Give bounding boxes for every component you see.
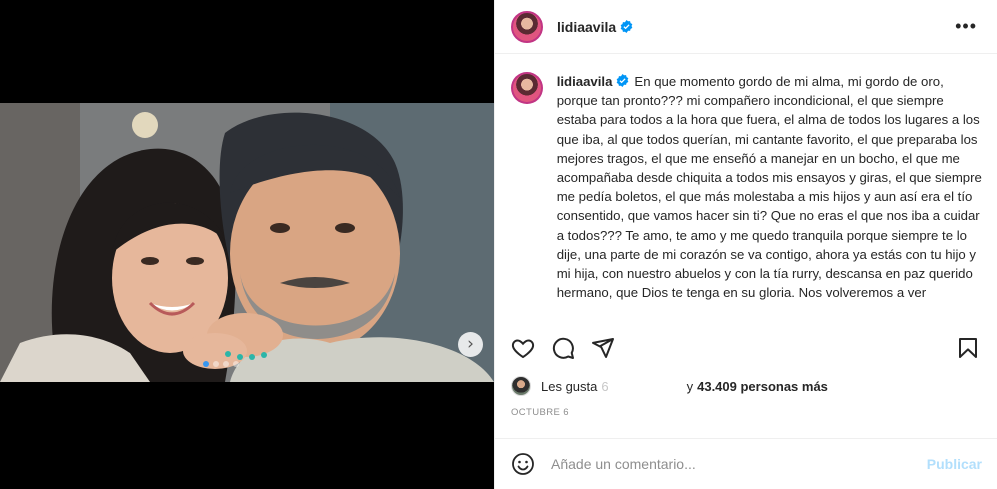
likes-count[interactable]: 43.409 personas más	[697, 379, 828, 394]
post-side-panel: lidiaavila ••• lidiaavila En que momento …	[494, 0, 997, 489]
carousel-dot	[233, 361, 239, 367]
comment-composer: Publicar	[495, 438, 997, 489]
liker-avatar[interactable]	[511, 376, 531, 396]
caption-row: lidiaavila En que momento gordo de mi alm…	[511, 72, 982, 302]
caption-avatar[interactable]	[511, 72, 543, 104]
caption-text: lidiaavila En que momento gordo de mi alm…	[557, 72, 982, 302]
carousel-dot	[213, 361, 219, 367]
carousel-dot	[203, 361, 209, 367]
action-bar	[495, 328, 997, 368]
bookmark-icon[interactable]	[956, 336, 980, 360]
heart-icon[interactable]	[511, 336, 535, 360]
comment-input[interactable]	[551, 456, 917, 472]
author-username[interactable]: lidiaavila	[557, 19, 616, 35]
carousel-dot	[223, 361, 229, 367]
chevron-right-icon: ›	[467, 334, 474, 354]
photo-illustration	[0, 103, 494, 382]
likes-joiner: y	[686, 378, 694, 394]
verified-badge-icon	[620, 20, 633, 33]
likes-summary: Les gusta 6 y 43.409 personas más	[511, 376, 828, 396]
more-options-icon[interactable]: •••	[955, 17, 977, 35]
author-avatar[interactable]	[511, 10, 543, 43]
post-photo[interactable]: ›	[0, 103, 494, 382]
carousel-indicators	[203, 361, 239, 367]
comment-icon[interactable]	[551, 336, 575, 360]
post-media: ›	[0, 0, 494, 489]
post-date[interactable]: OCTUBRE 6	[511, 407, 569, 418]
share-icon[interactable]	[591, 336, 615, 360]
caption-body: En que momento gordo de mi alma, mi gord…	[556, 74, 982, 301]
verified-badge-icon	[616, 74, 629, 87]
emoji-icon[interactable]	[511, 452, 535, 476]
post-header: lidiaavila •••	[495, 0, 997, 54]
liker-username[interactable]: 6	[601, 379, 608, 394]
caption-area: lidiaavila En que momento gordo de mi alm…	[495, 54, 997, 316]
publish-button[interactable]: Publicar	[927, 456, 982, 472]
likes-prefix: Les gusta	[541, 378, 598, 394]
carousel-next-button[interactable]: ›	[458, 332, 483, 357]
caption-username[interactable]: lidiaavila	[557, 74, 613, 89]
